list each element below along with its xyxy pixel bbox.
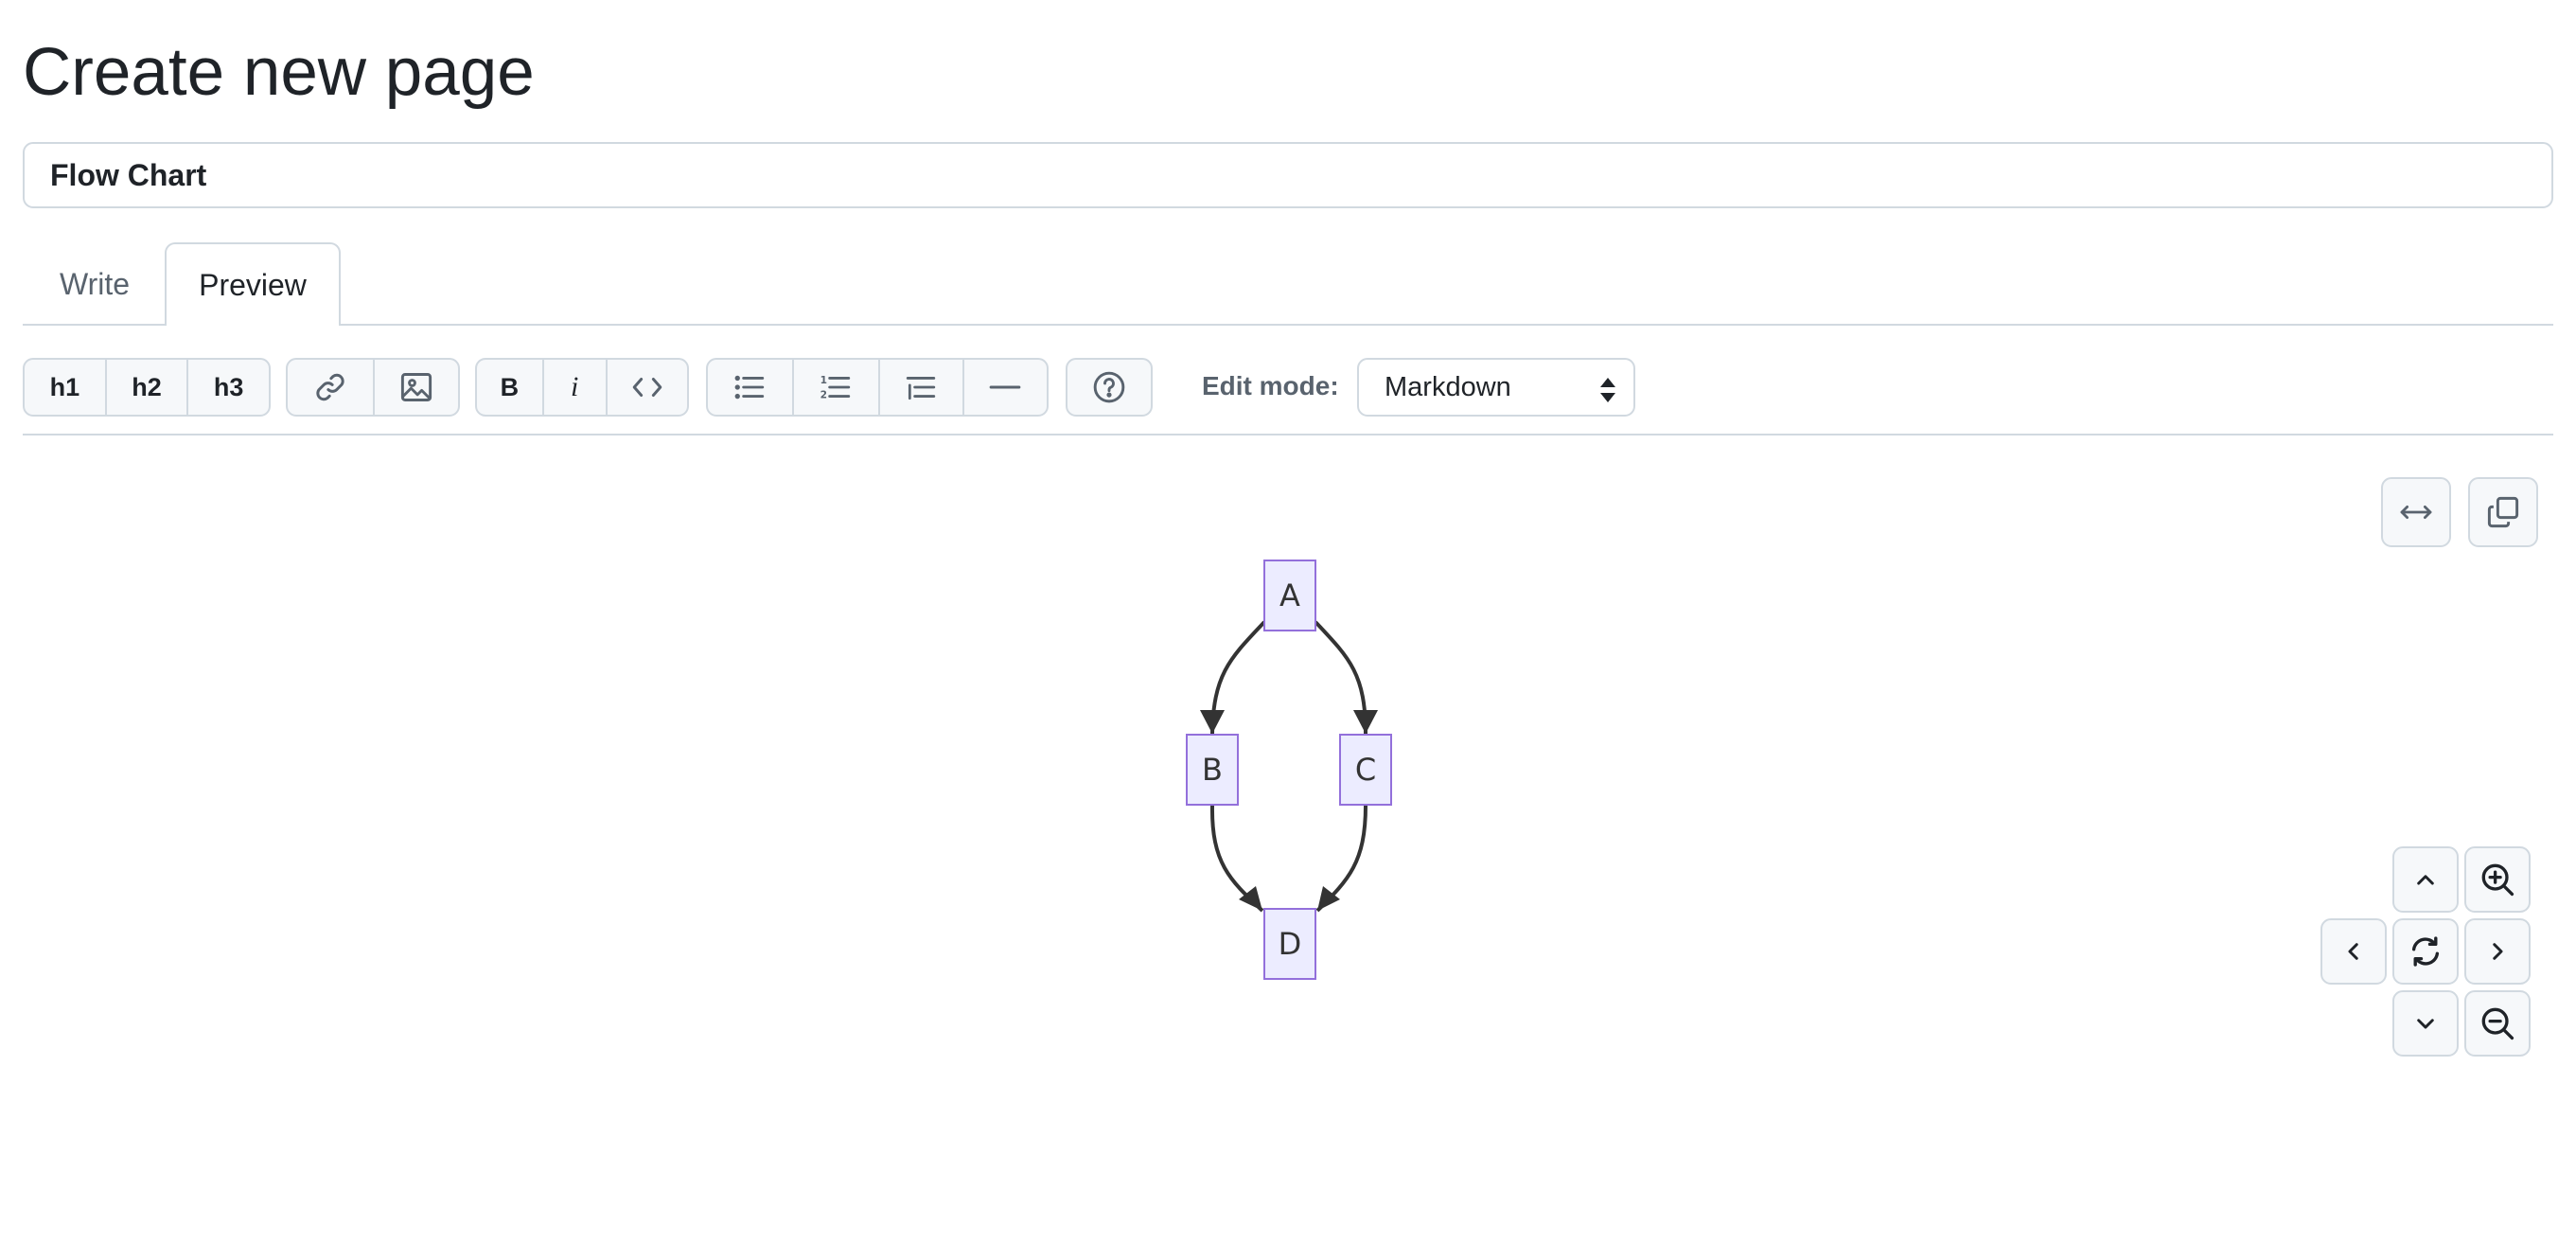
zoom-out-button[interactable] [2464, 990, 2531, 1057]
node-b-label: B [1202, 752, 1223, 788]
node-c-label: C [1355, 752, 1376, 788]
node-a-label: A [1279, 578, 1300, 613]
flowchart-node-a: A [1263, 560, 1316, 631]
pan-right-button[interactable] [2464, 918, 2531, 985]
chevron-down-icon [2417, 1019, 2434, 1029]
pan-up-button[interactable] [2392, 846, 2459, 913]
zoom-out-icon [2481, 1007, 2514, 1040]
chevron-up-icon [2417, 875, 2434, 885]
pan-down-button[interactable] [2392, 990, 2459, 1057]
chevron-right-icon [2493, 943, 2503, 960]
node-d-label: D [1279, 926, 1302, 962]
flowchart-node-c: C [1339, 734, 1392, 806]
zoom-in-icon [2481, 863, 2514, 897]
pan-left-button[interactable] [2320, 918, 2387, 985]
reset-view-button[interactable] [2392, 918, 2459, 985]
flowchart-diagram: A B C D [1186, 560, 1392, 980]
zoom-in-button[interactable] [2464, 846, 2531, 913]
flowchart-node-d: D [1263, 908, 1316, 980]
flowchart-node-b: B [1186, 734, 1239, 806]
reset-icon [2411, 936, 2440, 967]
edge-a-c-arrowhead [1353, 710, 1378, 734]
edge-a-b-arrowhead [1200, 710, 1225, 734]
chevron-left-icon [2348, 943, 2358, 960]
